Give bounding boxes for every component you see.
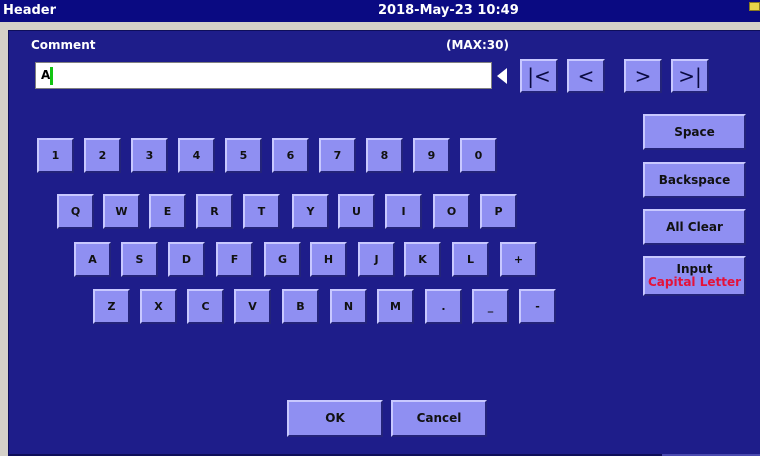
key-button[interactable]: - (519, 289, 556, 324)
datetime-display: 2018-May-23 10:49 (378, 3, 519, 18)
key-button[interactable]: U (338, 194, 375, 229)
key-button[interactable]: N (330, 289, 367, 324)
cancel-button[interactable]: Cancel (391, 400, 487, 437)
key-button[interactable]: K (404, 242, 441, 277)
cursor-right-icon: > (634, 63, 652, 88)
key-button[interactable]: Z (93, 289, 130, 324)
key-button[interactable]: B (282, 289, 319, 324)
key-button[interactable]: R (196, 194, 233, 229)
key-button[interactable]: 8 (366, 138, 403, 173)
cursor-first-button[interactable]: |< (520, 59, 558, 93)
key-button[interactable]: 0 (460, 138, 497, 173)
key-button[interactable]: S (121, 242, 158, 277)
key-button[interactable]: W (103, 194, 140, 229)
title-bar: Header 2018-May-23 10:49 (0, 0, 760, 22)
key-button[interactable]: 5 (225, 138, 262, 173)
comment-input[interactable]: A (35, 62, 492, 89)
cursor-last-button[interactable]: >| (671, 59, 709, 93)
input-mode-button[interactable]: Input Capital Letter (643, 256, 746, 296)
key-button[interactable]: G (264, 242, 301, 277)
key-button[interactable]: 2 (84, 138, 121, 173)
cursor-right-button[interactable]: > (624, 59, 662, 93)
key-button[interactable]: I (385, 194, 422, 229)
key-button[interactable]: 6 (272, 138, 309, 173)
key-button[interactable]: F (216, 242, 253, 277)
key-button[interactable]: O (433, 194, 470, 229)
key-button[interactable]: 3 (131, 138, 168, 173)
key-button[interactable]: _ (472, 289, 509, 324)
ok-button[interactable]: OK (287, 400, 383, 437)
key-button[interactable]: D (168, 242, 205, 277)
text-caret (50, 67, 53, 85)
max-length-label: (MAX:30) (446, 38, 509, 52)
key-button[interactable]: 4 (178, 138, 215, 173)
cursor-first-icon: |< (527, 63, 551, 88)
cursor-left-icon: < (577, 63, 595, 88)
comment-label: Comment (31, 38, 96, 52)
key-button[interactable]: 9 (413, 138, 450, 173)
key-button[interactable]: P (480, 194, 517, 229)
key-button[interactable]: M (377, 289, 414, 324)
key-button[interactable]: Y (292, 194, 329, 229)
key-button[interactable]: H (310, 242, 347, 277)
key-button[interactable]: T (243, 194, 280, 229)
key-button[interactable]: C (187, 289, 224, 324)
key-button[interactable]: L (452, 242, 489, 277)
space-button[interactable]: Space (643, 114, 746, 150)
key-button[interactable]: J (358, 242, 395, 277)
key-button[interactable]: V (234, 289, 271, 324)
comment-input-value: A (41, 68, 51, 82)
cursor-last-icon: >| (678, 63, 702, 88)
field-pointer-icon (497, 68, 507, 84)
key-button[interactable]: 7 (319, 138, 356, 173)
key-button[interactable]: Q (57, 194, 94, 229)
key-button[interactable]: . (425, 289, 462, 324)
key-button[interactable]: + (500, 242, 537, 277)
key-button[interactable]: 1 (37, 138, 74, 173)
key-button[interactable]: X (140, 289, 177, 324)
backspace-button[interactable]: Backspace (643, 162, 746, 198)
key-button[interactable]: A (74, 242, 111, 277)
battery-icon (749, 2, 760, 11)
cursor-left-button[interactable]: < (567, 59, 605, 93)
window-title: Header (3, 3, 57, 18)
input-mode-value: Capital Letter (647, 275, 742, 289)
key-button[interactable]: E (149, 194, 186, 229)
all-clear-button[interactable]: All Clear (643, 209, 746, 245)
